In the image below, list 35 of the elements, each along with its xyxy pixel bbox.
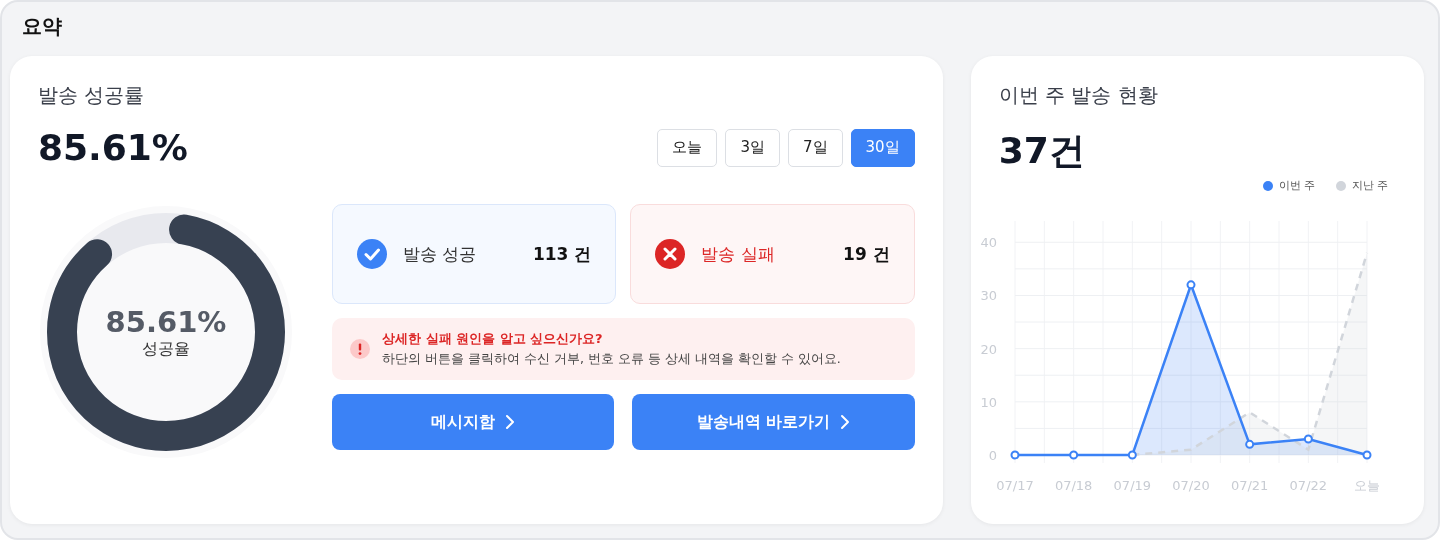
section-title: 요약 xyxy=(21,12,63,40)
data-point xyxy=(1068,450,1078,460)
check-icon xyxy=(357,239,387,269)
card-title: 발송 성공률 xyxy=(38,82,146,109)
data-point xyxy=(1186,280,1196,290)
stat-label: 발송 성공 xyxy=(403,242,478,266)
error-icon xyxy=(655,239,686,269)
data-point xyxy=(1362,450,1372,460)
data-point xyxy=(1127,450,1137,460)
legend-label: 지난 주 xyxy=(1351,178,1388,193)
action-button[interactable]: 발송내역 바로가기 xyxy=(632,394,915,450)
stat-count: 113 건 xyxy=(532,242,592,266)
chevron-right-icon xyxy=(840,414,851,430)
notice-text: 하단의 버튼을 클릭하여 수신 거부, 번호 오류 등 상세 내역을 확인할 수 있어요. xyxy=(382,351,841,368)
data-point xyxy=(1303,434,1313,444)
legend-dot xyxy=(1335,180,1346,191)
period-tab[interactable]: 30일 xyxy=(850,128,915,167)
period-tab[interactable]: 7일 xyxy=(788,128,843,167)
weekly-total: 37건 xyxy=(998,129,1086,173)
action-button[interactable]: 메시지함 xyxy=(332,394,615,450)
notice-title: 상세한 실패 원인을 알고 싶으신가요? xyxy=(382,330,604,348)
alert-icon xyxy=(350,339,370,359)
success-rate: 85.61% xyxy=(38,127,188,168)
stat-count: 19 건 xyxy=(843,242,890,266)
period-tab[interactable]: 오늘 xyxy=(657,128,718,167)
data-point xyxy=(1010,450,1020,460)
stat-label: 발송 실패 xyxy=(701,242,776,266)
period-tab[interactable]: 3일 xyxy=(725,128,780,167)
card-title: 이번 주 발송 현황 xyxy=(998,82,1159,109)
data-point xyxy=(1244,439,1254,449)
donut-caption: 성공율 xyxy=(142,338,190,360)
legend-dot xyxy=(1263,180,1273,191)
donut-value: 85.61% xyxy=(105,304,227,339)
legend-label: 이번 주 xyxy=(1279,178,1316,193)
chevron-right-icon xyxy=(505,414,516,430)
